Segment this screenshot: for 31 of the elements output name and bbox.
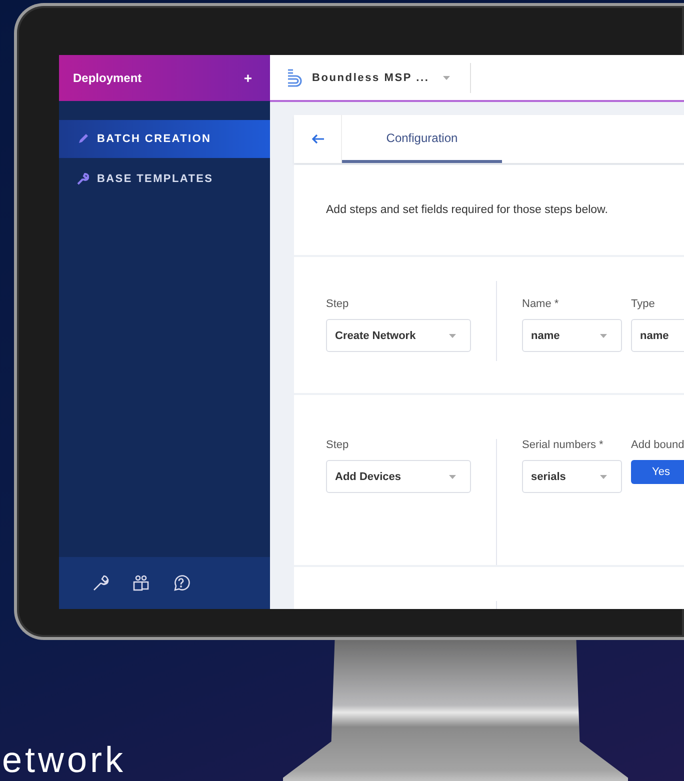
step-dropdown[interactable]: Create Network xyxy=(326,319,471,352)
wrench-icon[interactable] xyxy=(92,574,110,592)
field-dropdown[interactable]: name xyxy=(522,319,622,352)
tagline-text: etwork xyxy=(2,741,126,779)
wrench-icon xyxy=(77,173,89,185)
sidebar-item[interactable]: BASE TEMPLATES xyxy=(59,160,270,198)
caret-icon xyxy=(600,474,607,478)
caret-icon xyxy=(449,474,456,478)
field-dropdown[interactable]: serials xyxy=(522,460,622,493)
tab[interactable]: Configuration xyxy=(342,115,502,163)
field-label: Add bound xyxy=(631,439,684,451)
caret-icon xyxy=(449,334,456,338)
field-label: Serial numbers * xyxy=(522,439,604,451)
logo-icon xyxy=(286,68,304,88)
field-label: Step xyxy=(326,439,350,451)
field-label: Type xyxy=(631,298,656,310)
field-label: Step xyxy=(326,298,350,310)
field-dropdown[interactable]: name xyxy=(631,319,684,352)
caret-icon xyxy=(600,334,607,338)
pencil-icon xyxy=(77,133,89,145)
instructions-text: Add steps and set fields required for those steps below. xyxy=(294,165,684,255)
step-dropdown[interactable]: Add Devices xyxy=(326,460,471,493)
add-button[interactable]: + xyxy=(242,70,254,86)
caret-icon xyxy=(443,76,450,80)
people-icon[interactable] xyxy=(132,574,150,592)
toggle-button[interactable]: Yes xyxy=(631,460,684,484)
field-label: Name * xyxy=(522,298,560,310)
help-icon[interactable] xyxy=(172,574,190,592)
sidebar-title: Deployment xyxy=(73,71,142,85)
sidebar-item[interactable]: BATCH CREATION xyxy=(59,120,270,158)
back-arrow-icon xyxy=(310,134,324,144)
